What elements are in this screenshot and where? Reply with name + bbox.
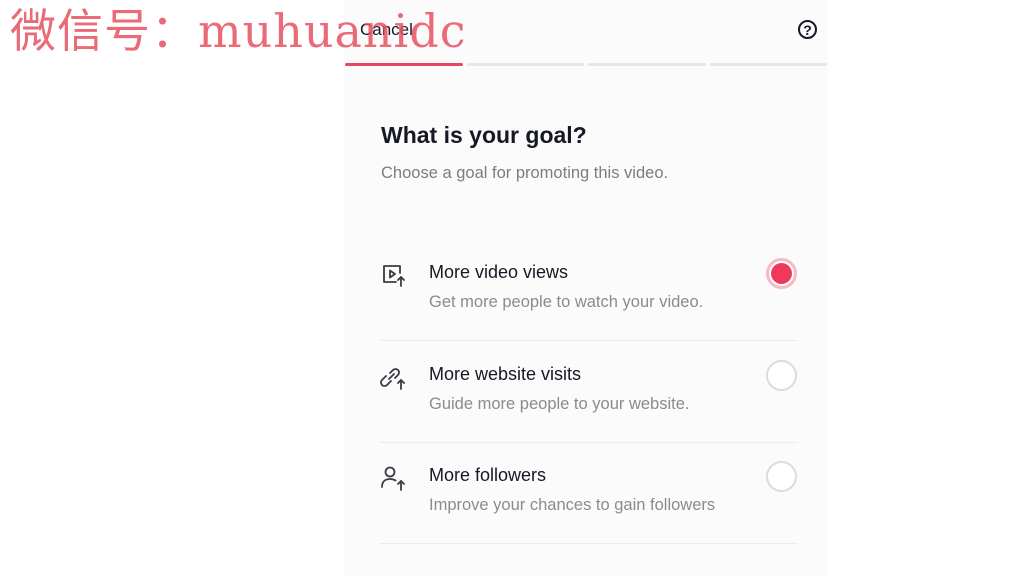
goal-radio[interactable] xyxy=(766,461,797,492)
goal-radio[interactable] xyxy=(766,360,797,391)
progress-step-4 xyxy=(709,63,827,66)
goal-label: More website visits xyxy=(429,364,582,384)
goal-description: Improve your chances to gain followers xyxy=(429,496,716,514)
divider xyxy=(380,543,798,544)
help-icon[interactable]: ? xyxy=(798,20,817,39)
goal-label: More video views xyxy=(429,262,569,282)
goal-description: Get more people to watch your video. xyxy=(429,293,704,311)
divider xyxy=(380,340,798,341)
page-subtitle: Choose a goal for promoting this video. xyxy=(381,164,669,182)
screen: 微信号：muhuanidc Cancel ? What is your goal… xyxy=(0,0,1024,576)
promote-goal-screen: Cancel ? What is your goal? Choose a goa… xyxy=(344,0,828,576)
divider xyxy=(380,442,798,443)
followers-icon xyxy=(380,465,408,493)
watermark-text: 微信号：muhuanidc xyxy=(10,4,467,58)
progress-step-2 xyxy=(466,63,584,66)
goal-radio-selected[interactable] xyxy=(766,258,797,289)
video-views-icon xyxy=(380,262,408,290)
progress-step-1 xyxy=(345,63,463,66)
goal-description: Guide more people to your website. xyxy=(429,395,690,413)
goal-option-followers[interactable]: More followers Improve your chances to g… xyxy=(380,461,798,565)
step-progress-bar xyxy=(345,63,827,67)
goal-option-video-views[interactable]: More video views Get more people to watc… xyxy=(380,258,798,362)
goal-option-website-visits[interactable]: More website visits Guide more people to… xyxy=(380,360,798,464)
website-visits-icon xyxy=(380,364,408,392)
page-title: What is your goal? xyxy=(381,122,587,148)
goal-label: More followers xyxy=(429,465,547,485)
progress-step-3 xyxy=(588,63,706,66)
